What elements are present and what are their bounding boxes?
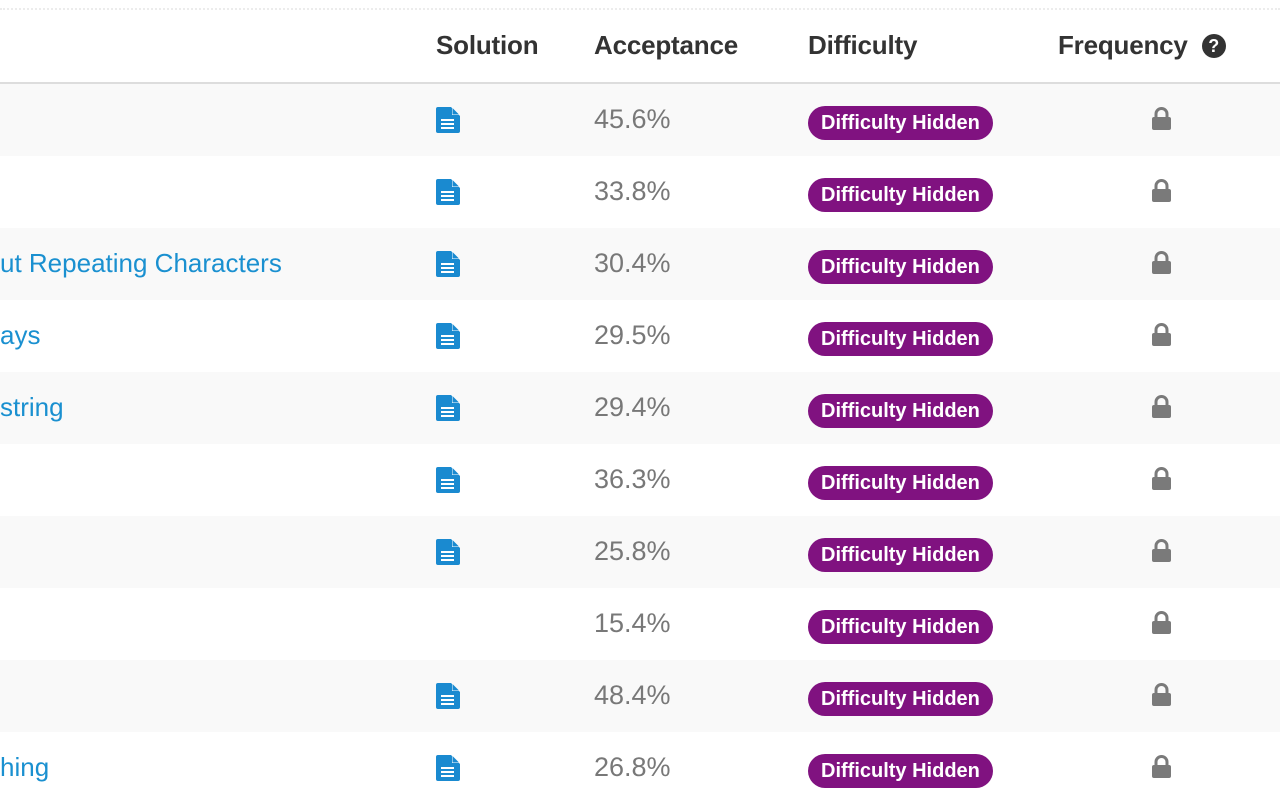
difficulty-hidden-badge: Difficulty Hidden [808, 322, 993, 356]
table-row: ut Repeating Characters 30.4% Difficulty… [0, 228, 1280, 300]
table-row: 36.3% Difficulty Hidden [0, 444, 1280, 516]
solution-document-icon[interactable] [436, 683, 460, 709]
table-row: 48.4% Difficulty Hidden [0, 660, 1280, 732]
table-row: hing 26.8% Difficulty Hidden [0, 732, 1280, 804]
acceptance-rate: 15.4% [594, 608, 671, 638]
table-row: 15.4% Difficulty Hidden [0, 588, 1280, 660]
question-circle-icon[interactable]: ? [1201, 34, 1226, 58]
acceptance-rate: 29.5% [594, 320, 671, 350]
solution-document-icon[interactable] [436, 107, 460, 133]
acceptance-rate: 26.8% [594, 752, 671, 782]
lock-icon [1152, 395, 1171, 418]
column-header-acceptance[interactable]: Acceptance [594, 30, 738, 61]
acceptance-rate: 45.6% [594, 104, 671, 134]
table-row: 45.6% Difficulty Hidden [0, 84, 1280, 156]
problem-table-body: 45.6% Difficulty Hidden 33.8% Difficulty… [0, 84, 1280, 804]
problem-title-link[interactable]: ut Repeating Characters [0, 248, 282, 279]
acceptance-rate: 30.4% [594, 248, 671, 278]
lock-icon [1152, 683, 1171, 706]
solution-document-icon[interactable] [436, 395, 460, 421]
column-header-difficulty[interactable]: Difficulty [808, 30, 917, 61]
difficulty-hidden-badge: Difficulty Hidden [808, 610, 993, 644]
difficulty-hidden-badge: Difficulty Hidden [808, 106, 993, 140]
lock-icon [1152, 611, 1171, 634]
difficulty-hidden-badge: Difficulty Hidden [808, 466, 993, 500]
lock-icon [1152, 251, 1171, 274]
column-header-solution[interactable]: Solution [436, 30, 539, 61]
lock-icon [1152, 107, 1171, 130]
problem-title-link[interactable]: hing [0, 752, 49, 783]
column-header-frequency[interactable]: Frequency? [1058, 30, 1226, 61]
lock-icon [1152, 755, 1171, 778]
table-row: 33.8% Difficulty Hidden [0, 156, 1280, 228]
difficulty-hidden-badge: Difficulty Hidden [808, 250, 993, 284]
problem-title-link[interactable]: string [0, 392, 64, 423]
difficulty-hidden-badge: Difficulty Hidden [808, 538, 993, 572]
problem-title-link[interactable]: ays [0, 320, 40, 351]
solution-document-icon[interactable] [436, 323, 460, 349]
table-header: Solution Acceptance Difficulty Frequency… [0, 12, 1280, 84]
table-row: 25.8% Difficulty Hidden [0, 516, 1280, 588]
difficulty-hidden-badge: Difficulty Hidden [808, 178, 993, 212]
difficulty-hidden-badge: Difficulty Hidden [808, 682, 993, 716]
lock-icon [1152, 539, 1171, 562]
lock-icon [1152, 323, 1171, 346]
table-row: ays 29.5% Difficulty Hidden [0, 300, 1280, 372]
acceptance-rate: 25.8% [594, 536, 671, 566]
acceptance-rate: 48.4% [594, 680, 671, 710]
table-row: string 29.4% Difficulty Hidden [0, 372, 1280, 444]
lock-icon [1152, 467, 1171, 490]
acceptance-rate: 29.4% [594, 392, 671, 422]
top-divider [0, 8, 1280, 10]
difficulty-hidden-badge: Difficulty Hidden [808, 394, 993, 428]
difficulty-hidden-badge: Difficulty Hidden [808, 754, 993, 788]
solution-document-icon[interactable] [436, 539, 460, 565]
column-header-frequency-label: Frequency [1058, 30, 1188, 60]
solution-document-icon[interactable] [436, 755, 460, 781]
acceptance-rate: 36.3% [594, 464, 671, 494]
acceptance-rate: 33.8% [594, 176, 671, 206]
solution-document-icon[interactable] [436, 467, 460, 493]
solution-document-icon[interactable] [436, 179, 460, 205]
solution-document-icon[interactable] [436, 251, 460, 277]
lock-icon [1152, 179, 1171, 202]
